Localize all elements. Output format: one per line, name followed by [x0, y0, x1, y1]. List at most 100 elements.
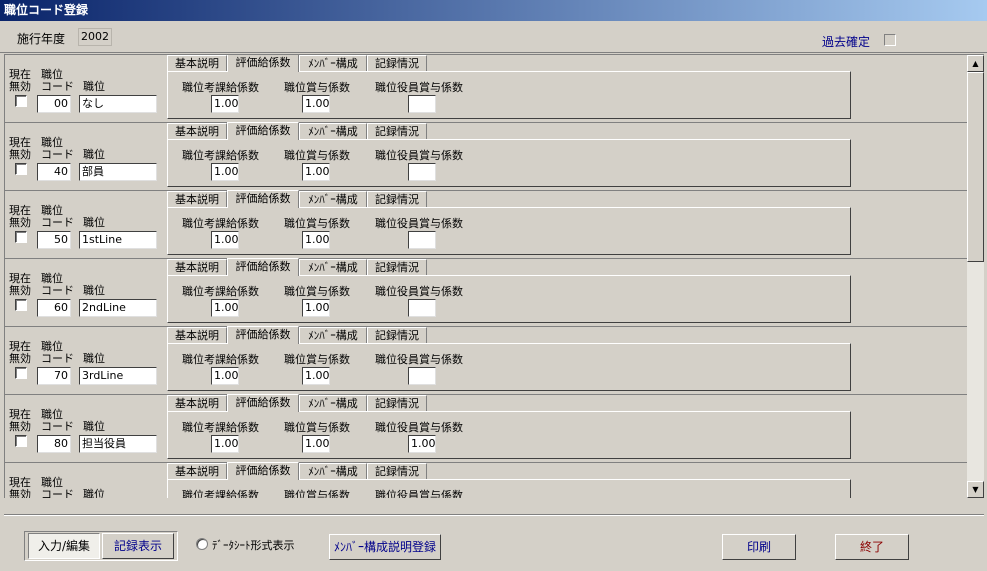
coef3-field[interactable]: [408, 163, 436, 181]
position-label: 職位: [83, 216, 105, 229]
coef3-label: 職位役員賞与係数: [375, 353, 463, 366]
coef1-label: 職位考課給係数: [182, 217, 259, 230]
tab-members[interactable]: ﾒﾝﾊﾞｰ構成: [299, 55, 367, 72]
member-register-button[interactable]: ﾒﾝﾊﾞｰ構成説明登録: [329, 534, 441, 560]
tab-coefficients[interactable]: 評価給係数: [227, 326, 299, 344]
tab-records[interactable]: 記録情況: [367, 463, 427, 480]
position-field[interactable]: 3rdLine: [79, 367, 157, 385]
coef3-field[interactable]: [408, 95, 436, 113]
invalid-checkbox[interactable]: [15, 163, 27, 175]
code-field[interactable]: 80: [37, 435, 71, 453]
tab-basic[interactable]: 基本説明: [167, 395, 227, 412]
tab-members[interactable]: ﾒﾝﾊﾞｰ構成: [299, 463, 367, 480]
invalid-checkbox[interactable]: [15, 367, 27, 379]
coef1-label: 職位考課給係数: [182, 81, 259, 94]
pos-code-label-2: コード: [41, 148, 74, 161]
coef2-field[interactable]: 1.00: [302, 163, 330, 181]
invalid-checkbox[interactable]: [15, 95, 27, 107]
coef1-field[interactable]: 1.00: [211, 367, 239, 385]
year-field[interactable]: 2002: [78, 28, 112, 46]
coef2-field[interactable]: 1.00: [302, 435, 330, 453]
coef1-field[interactable]: 1.00: [211, 299, 239, 317]
tab-members[interactable]: ﾒﾝﾊﾞｰ構成: [299, 259, 367, 276]
tab-basic[interactable]: 基本説明: [167, 123, 227, 140]
vertical-scrollbar[interactable]: ▲ ▼: [967, 55, 984, 498]
coef2-label: 職位賞与係数: [284, 421, 350, 434]
record-view-button[interactable]: 記録表示: [102, 533, 174, 559]
divider: [4, 514, 984, 516]
tab-coefficients[interactable]: 評価給係数: [227, 462, 299, 480]
tab-records[interactable]: 記録情況: [367, 259, 427, 276]
tab-records[interactable]: 記録情況: [367, 55, 427, 72]
coef3-label: 職位役員賞与係数: [375, 81, 463, 94]
invalid-checkbox[interactable]: [15, 299, 27, 311]
position-field[interactable]: 部員: [79, 163, 157, 181]
tab-coefficients[interactable]: 評価給係数: [227, 122, 299, 140]
coef3-field[interactable]: [408, 367, 436, 385]
scroll-thumb[interactable]: [967, 72, 984, 262]
tab-basic[interactable]: 基本説明: [167, 463, 227, 480]
tab-records[interactable]: 記録情況: [367, 327, 427, 344]
tab-records[interactable]: 記録情況: [367, 123, 427, 140]
position-field[interactable]: 担当役員: [79, 435, 157, 453]
pos-code-label-2: コード: [41, 420, 74, 433]
print-button[interactable]: 印刷: [722, 534, 796, 560]
code-field[interactable]: 60: [37, 299, 71, 317]
tab-members[interactable]: ﾒﾝﾊﾞｰ構成: [299, 191, 367, 208]
tab-members[interactable]: ﾒﾝﾊﾞｰ構成: [299, 123, 367, 140]
code-field[interactable]: 50: [37, 231, 71, 249]
code-field[interactable]: 00: [37, 95, 71, 113]
code-field[interactable]: 40: [37, 163, 71, 181]
coefficient-panel: 職位考課給係数 職位賞与係数 職位役員賞与係数 1.00 1.00 1.00: [167, 411, 851, 459]
position-field[interactable]: 1stLine: [79, 231, 157, 249]
position-field[interactable]: 2ndLine: [79, 299, 157, 317]
position-field[interactable]: なし: [79, 95, 157, 113]
exit-button[interactable]: 終了: [835, 534, 909, 560]
coefficient-panel: 職位考課給係数 職位賞与係数 職位役員賞与係数 1.00 1.00: [167, 207, 851, 255]
position-label: 職位: [83, 488, 105, 499]
scroll-up-icon[interactable]: ▲: [967, 55, 984, 72]
pos-code-label-2: コード: [41, 284, 74, 297]
coef2-field[interactable]: 1.00: [302, 231, 330, 249]
record-row: 現在 無効 職位 コード 職位 50 1stLine 基本説明 評価給係数 ﾒﾝ…: [5, 190, 967, 259]
coef2-field[interactable]: 1.00: [302, 299, 330, 317]
coef2-label: 職位賞与係数: [284, 285, 350, 298]
invalid-checkbox[interactable]: [15, 231, 27, 243]
datasheet-radio[interactable]: [196, 538, 208, 550]
coef1-label: 職位考課給係数: [182, 353, 259, 366]
invalid-checkbox[interactable]: [15, 435, 27, 447]
tab-coefficients[interactable]: 評価給係数: [227, 258, 299, 276]
tab-coefficients[interactable]: 評価給係数: [227, 55, 299, 72]
tab-members[interactable]: ﾒﾝﾊﾞｰ構成: [299, 395, 367, 412]
coef1-field[interactable]: 1.00: [211, 231, 239, 249]
tab-coefficients[interactable]: 評価給係数: [227, 394, 299, 412]
scroll-down-icon[interactable]: ▼: [967, 481, 984, 498]
pos-code-label-2: コード: [41, 80, 74, 93]
coef3-label: 職位役員賞与係数: [375, 149, 463, 162]
tab-basic[interactable]: 基本説明: [167, 259, 227, 276]
code-field[interactable]: 70: [37, 367, 71, 385]
record-row: 現在 無効 職位 コード 職位 40 部員 基本説明 評価給係数 ﾒﾝﾊﾞｰ構成…: [5, 122, 967, 191]
invalid-label: 無効: [9, 420, 31, 433]
invalid-label: 無効: [9, 80, 31, 93]
coef1-field[interactable]: 1.00: [211, 435, 239, 453]
position-label: 職位: [83, 148, 105, 161]
past-confirm-checkbox[interactable]: [884, 34, 896, 46]
tab-members[interactable]: ﾒﾝﾊﾞｰ構成: [299, 327, 367, 344]
tab-records[interactable]: 記録情況: [367, 395, 427, 412]
tab-coefficients[interactable]: 評価給係数: [227, 190, 299, 208]
record-row: 現在 無効 職位 コード 職位 基本説明 評価給係数 ﾒﾝﾊﾞｰ構成 記録情況 …: [5, 462, 967, 499]
tab-basic[interactable]: 基本説明: [167, 191, 227, 208]
coef3-field[interactable]: [408, 231, 436, 249]
coef2-field[interactable]: 1.00: [302, 95, 330, 113]
tab-records[interactable]: 記録情況: [367, 191, 427, 208]
tab-basic[interactable]: 基本説明: [167, 55, 227, 72]
coef2-field[interactable]: 1.00: [302, 367, 330, 385]
tab-basic[interactable]: 基本説明: [167, 327, 227, 344]
coef1-field[interactable]: 1.00: [211, 95, 239, 113]
past-confirm-label: 過去確定: [822, 35, 871, 49]
coef3-field[interactable]: [408, 299, 436, 317]
coef3-field[interactable]: 1.00: [408, 435, 436, 453]
input-edit-button[interactable]: 入力/編集: [28, 533, 100, 559]
coef1-field[interactable]: 1.00: [211, 163, 239, 181]
